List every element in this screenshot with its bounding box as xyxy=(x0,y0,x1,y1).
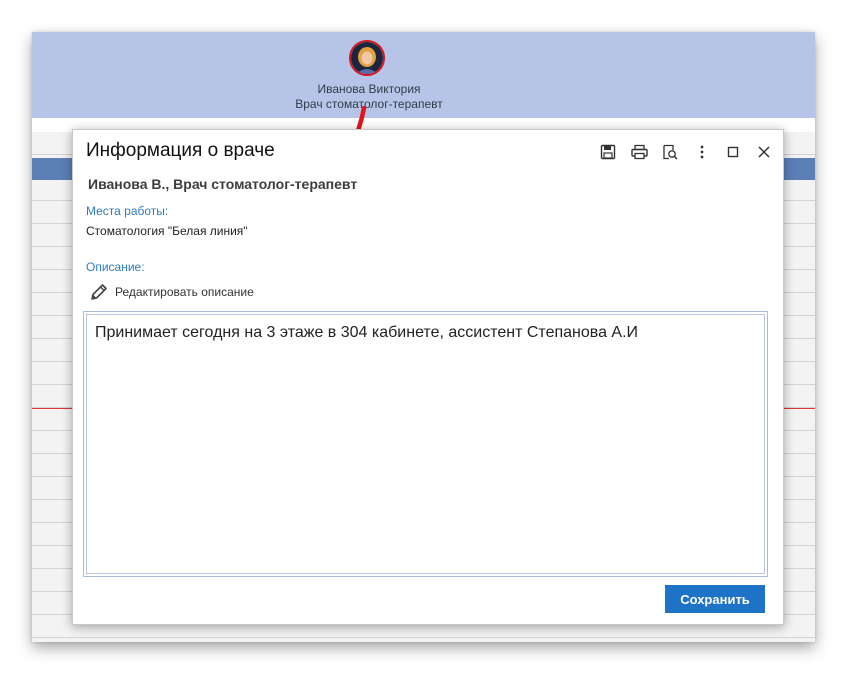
maximize-button[interactable] xyxy=(722,141,744,163)
edit-description-link[interactable]: Редактировать описание xyxy=(89,281,254,303)
more-options-button[interactable] xyxy=(691,141,713,163)
description-textarea[interactable]: Принимает сегодня на 3 этаже в 304 кабин… xyxy=(86,314,765,574)
print-icon xyxy=(630,144,648,160)
dialog-title: Информация о враче xyxy=(86,140,275,161)
doctor-header: Иванова Виктория Врач стоматолог-терапев… xyxy=(32,32,815,118)
workplaces-value: Стоматология "Белая линия" xyxy=(86,224,248,238)
more-icon xyxy=(700,145,704,159)
preview-button[interactable] xyxy=(659,141,681,163)
doctor-info-dialog: Информация о враче Иванова В., Врач стом… xyxy=(72,129,784,625)
doctor-summary: Иванова В., Врач стоматолог-терапевт xyxy=(88,176,358,192)
maximize-icon xyxy=(727,146,739,158)
description-textarea-frame: Принимает сегодня на 3 этаже в 304 кабин… xyxy=(83,311,768,577)
save-button[interactable]: Сохранить xyxy=(665,585,765,613)
close-button[interactable] xyxy=(753,141,775,163)
doctor-name: Иванова Виктория xyxy=(317,82,421,96)
workplaces-label: Места работы: xyxy=(86,204,169,218)
close-icon xyxy=(758,146,770,158)
pencil-icon xyxy=(91,284,107,300)
print-button[interactable] xyxy=(628,141,650,163)
doctor-avatar[interactable] xyxy=(349,40,385,76)
description-label: Описание: xyxy=(86,260,145,274)
save-icon xyxy=(600,144,616,160)
edit-description-label: Редактировать описание xyxy=(115,285,254,299)
save-toolbar-button[interactable] xyxy=(597,141,619,163)
preview-icon xyxy=(663,144,678,160)
